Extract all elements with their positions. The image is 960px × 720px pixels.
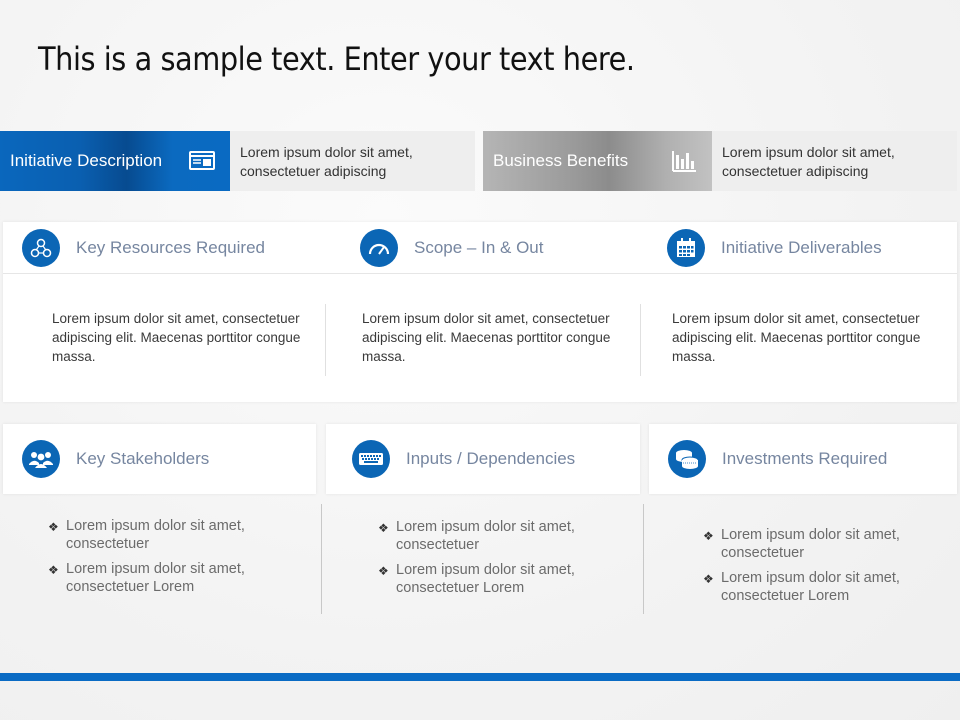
investments-required-card: Investments Required [649,424,957,494]
bullet-icon: ❖ [703,529,714,543]
section-title: Key Resources Required [76,238,265,257]
deliverables-text: Lorem ipsum dolor sit amet, consectetuer… [672,311,921,364]
list-item: ❖ Lorem ipsum dolor sit amet, consectetue… [48,561,245,595]
inputs-dependencies-list: ❖ Lorem ipsum dolor sit amet, consectetue… [378,518,628,604]
bullet-icon: ❖ [378,564,389,578]
section-title: Key Stakeholders [76,449,210,468]
list-item: ❖ Lorem ipsum dolor sit amet, consectetue… [378,562,575,596]
column-divider [321,504,322,614]
section-title: Initiative Deliverables [721,238,882,257]
initiative-description-text: Lorem ipsum dolor sit amet, consectetuer… [230,131,475,191]
column-divider [325,304,326,376]
speedometer-icon [360,229,398,267]
list-item: ❖ Lorem ipsum dolor sit amet, consectetue… [48,518,245,552]
key-resources-text: Lorem ipsum dolor sit amet, consectetuer… [52,311,301,364]
tag-label: Initiative Description [10,151,163,170]
keyboard-icon [352,440,390,478]
footer-accent-bar [0,673,960,681]
coins-icon [668,440,706,478]
key-resources-header: Key Resources Required [22,222,265,274]
bar-chart-icon [672,151,696,172]
tag-label: Business Benefits [493,151,629,170]
list-item: ❖ Lorem ipsum dolor sit amet, consectetue… [703,527,900,561]
bullet-icon: ❖ [378,521,389,535]
section-title: Scope – In & Out [414,238,544,257]
bullet-icon: ❖ [48,563,59,577]
scope-text: Lorem ipsum dolor sit amet, consectetuer… [362,311,611,364]
browser-window-icon [189,151,215,170]
business-benefits-text: Lorem ipsum dolor sit amet, consectetuer… [712,131,957,191]
investments-required-list: ❖ Lorem ipsum dolor sit amet, consectetue… [703,526,953,612]
slide-title: This is a sample text. Enter your text h… [38,40,635,78]
scope-header: Scope – In & Out [360,222,543,274]
column-divider [643,504,644,614]
bullet-icon: ❖ [48,520,59,534]
section-title: Investments Required [722,449,888,468]
initiative-description-tag: Initiative Description [0,131,230,191]
network-people-icon [22,229,60,267]
key-stakeholders-list: ❖ Lorem ipsum dolor sit amet, consectetue… [48,517,298,603]
bullet-icon: ❖ [703,572,714,586]
list-item: ❖ Lorem ipsum dolor sit amet, consectetue… [378,519,575,553]
business-benefits-tag: Business Benefits [483,131,712,191]
list-item: ❖ Lorem ipsum dolor sit amet, consectetue… [703,570,900,604]
section-title: Inputs / Dependencies [406,449,576,468]
deliverables-header: Initiative Deliverables [667,222,882,274]
group-people-icon [22,440,60,478]
key-stakeholders-card: Key Stakeholders [3,424,316,494]
column-divider [640,304,641,376]
calendar-icon [667,229,705,267]
inputs-dependencies-card: Inputs / Dependencies [326,424,640,494]
